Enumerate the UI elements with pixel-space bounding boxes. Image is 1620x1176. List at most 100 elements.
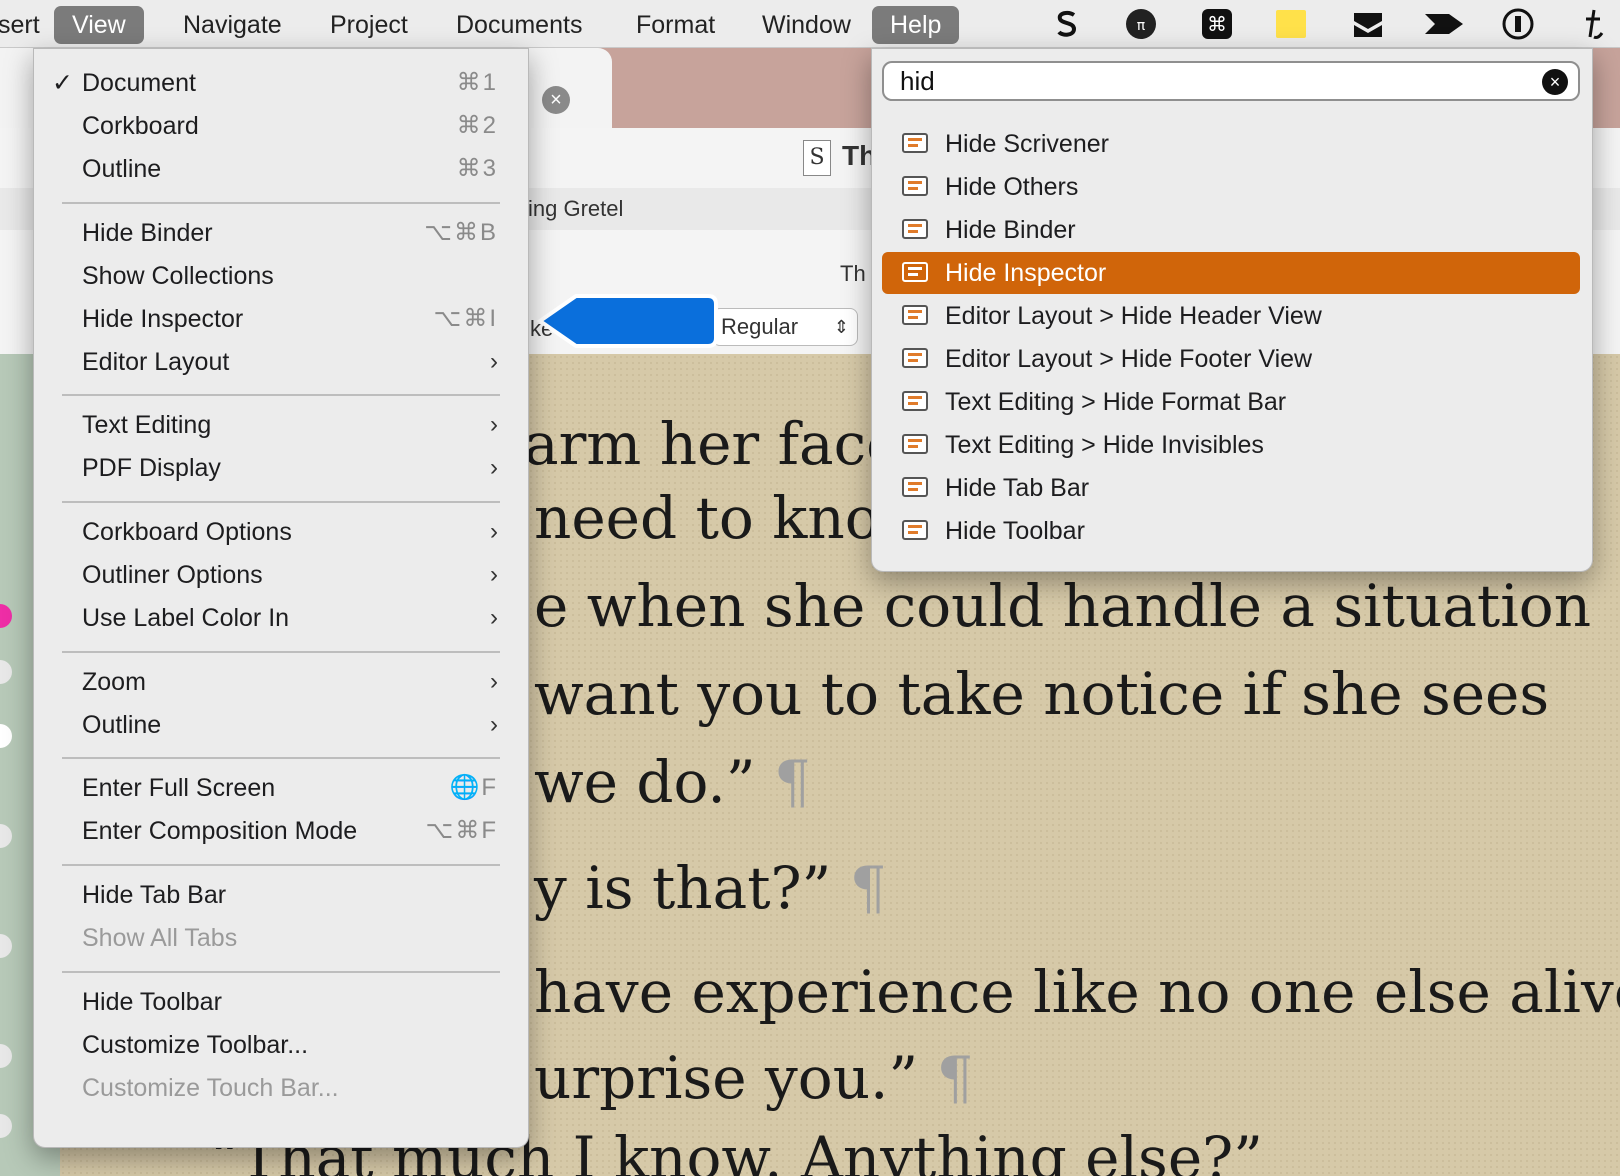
menu-item-hide-binder[interactable]: Hide Binder ⌥⌘B [34, 213, 528, 253]
label-dot [0, 1044, 12, 1068]
menu-separator [62, 971, 500, 973]
menu-item-outline[interactable]: Outline ⌘3 [34, 149, 528, 189]
menu-bar: sert View Navigate Project Documents For… [0, 0, 1620, 48]
menu-item-icon [902, 391, 928, 411]
document-icon: S [803, 140, 831, 176]
label-dot [0, 934, 12, 958]
menu-format[interactable]: Format [636, 6, 715, 44]
menu-window[interactable]: Window [762, 6, 851, 44]
help-result-hide-invisibles[interactable]: Text Editing > Hide Invisibles [882, 424, 1580, 466]
menu-item-hide-inspector[interactable]: Hide Inspector ⌥⌘I [34, 299, 528, 339]
menu-item-outline-submenu[interactable]: Outline › [34, 705, 528, 745]
chevron-right-icon: › [490, 518, 498, 545]
menu-item-use-label-color[interactable]: Use Label Color In › [34, 598, 528, 638]
font-style-select[interactable]: Regular ⇕ [712, 308, 858, 346]
menu-item-icon [902, 176, 928, 196]
chevron-right-icon: › [490, 561, 498, 588]
callout-arrow [536, 294, 718, 348]
menu-item-hide-tab-bar[interactable]: Hide Tab Bar [34, 875, 528, 915]
prose-line: want you to take notice if she sees [534, 660, 1550, 728]
prose-line: we do.” ¶ [534, 748, 811, 816]
menu-item-icon [902, 219, 928, 239]
help-result-hide-inspector[interactable]: Hide Inspector [882, 252, 1580, 294]
menu-navigate[interactable]: Navigate [183, 6, 282, 44]
help-result-hide-toolbar[interactable]: Hide Toolbar [882, 510, 1580, 552]
menu-separator [62, 394, 500, 396]
command-icon[interactable]: ⌘ [1200, 8, 1234, 40]
view-menu: ✓ Document ⌘1 Corkboard ⌘2 Outline ⌘3 Hide … [33, 48, 529, 1148]
scrivener-s-icon[interactable] [1050, 8, 1084, 40]
menu-help[interactable]: Help [872, 6, 960, 44]
menu-item-icon [902, 262, 928, 282]
arrow-forward-icon[interactable] [1422, 8, 1466, 40]
menu-item-editor-layout[interactable]: Editor Layout › [34, 342, 528, 382]
label-dot [0, 724, 12, 748]
menu-item-composition-mode[interactable]: Enter Composition Mode ⌥⌘F [34, 811, 528, 851]
help-search-input[interactable] [900, 65, 1520, 97]
menu-separator [62, 202, 500, 204]
menu-item-icon [902, 434, 928, 454]
inbox-tray-icon[interactable] [1350, 8, 1386, 40]
menu-item-icon [902, 133, 928, 153]
close-icon[interactable]: × [542, 86, 570, 114]
chevron-right-icon: › [490, 348, 498, 375]
clear-icon[interactable]: × [1542, 69, 1568, 95]
prose-line: y is that?” ¶ [534, 854, 887, 922]
menu-documents[interactable]: Documents [456, 6, 582, 44]
menu-project[interactable]: Project [330, 6, 408, 44]
prose-line: arm her face, [524, 410, 919, 478]
menu-item-customize-touch-bar: Customize Touch Bar... [82, 1074, 339, 1102]
chevron-updown-icon: ⇕ [833, 317, 849, 337]
help-result-hide-others[interactable]: Hide Others [882, 166, 1580, 208]
menu-item-pdf-display[interactable]: PDF Display › [34, 448, 528, 488]
label-dot [0, 604, 12, 628]
pilcrow-mark: ¶ [849, 854, 887, 922]
menu-item-show-all-tabs: Show All Tabs [82, 924, 238, 952]
chevron-right-icon: › [490, 604, 498, 631]
prose-line: have experience like no one else alive, [534, 958, 1620, 1026]
ruler-label: Th [840, 261, 866, 286]
chevron-right-icon: › [490, 668, 498, 695]
menu-item-zoom[interactable]: Zoom › [34, 662, 528, 702]
help-result-hide-format-bar[interactable]: Text Editing > Hide Format Bar [882, 381, 1580, 423]
timer-icon[interactable]: π [1122, 8, 1160, 40]
menu-item-icon [902, 520, 928, 540]
help-search-field[interactable]: × [882, 61, 1580, 101]
prose-line: e when she could handle a situation [534, 572, 1592, 640]
label-dot [0, 660, 12, 684]
sticky-note-icon[interactable] [1274, 8, 1308, 40]
password-manager-icon[interactable] [1500, 8, 1536, 40]
menu-item-corkboard-options[interactable]: Corkboard Options › [34, 512, 528, 552]
menu-separator [62, 501, 500, 503]
globe-icon: 🌐F [449, 774, 498, 801]
prose-line: need to kno [534, 484, 880, 552]
menu-view[interactable]: View [54, 6, 144, 44]
prose-line: urprise you.” ¶ [534, 1044, 974, 1112]
menu-item-document[interactable]: ✓ Document ⌘1 [34, 63, 528, 103]
help-result-hide-header-view[interactable]: Editor Layout > Hide Header View [882, 295, 1580, 337]
menu-insert[interactable]: sert [0, 6, 40, 44]
chevron-right-icon: › [490, 411, 498, 438]
menu-separator [62, 757, 500, 759]
help-result-hide-binder[interactable]: Hide Binder [882, 209, 1580, 251]
checkmark-icon: ✓ [52, 69, 73, 97]
menu-item-icon [902, 477, 928, 497]
font-style-value: Regular [721, 314, 799, 339]
help-result-hide-footer-view[interactable]: Editor Layout > Hide Footer View [882, 338, 1580, 380]
help-result-hide-tab-bar[interactable]: Hide Tab Bar [882, 467, 1580, 509]
label-dot [0, 1114, 12, 1138]
menu-item-show-collections[interactable]: Show Collections [34, 256, 528, 296]
menu-item-customize-toolbar[interactable]: Customize Toolbar... [34, 1025, 528, 1065]
help-menu: × Hide Scrivener Hide Others Hide Binder… [871, 48, 1593, 572]
menu-item-corkboard[interactable]: Corkboard ⌘2 [34, 106, 528, 146]
typing-icon[interactable] [1578, 8, 1608, 40]
menu-item-hide-toolbar[interactable]: Hide Toolbar [34, 982, 528, 1022]
menu-item-outliner-options[interactable]: Outliner Options › [34, 555, 528, 595]
menu-item-text-editing[interactable]: Text Editing › [34, 405, 528, 445]
header-title: ing Gretel [528, 196, 624, 221]
menu-item-full-screen[interactable]: Enter Full Screen 🌐F [34, 768, 528, 808]
pilcrow-mark: ¶ [936, 1044, 974, 1112]
help-result-hide-scrivener[interactable]: Hide Scrivener [882, 123, 1580, 165]
svg-text:⌘: ⌘ [1207, 12, 1227, 36]
svg-text:π: π [1137, 18, 1146, 34]
